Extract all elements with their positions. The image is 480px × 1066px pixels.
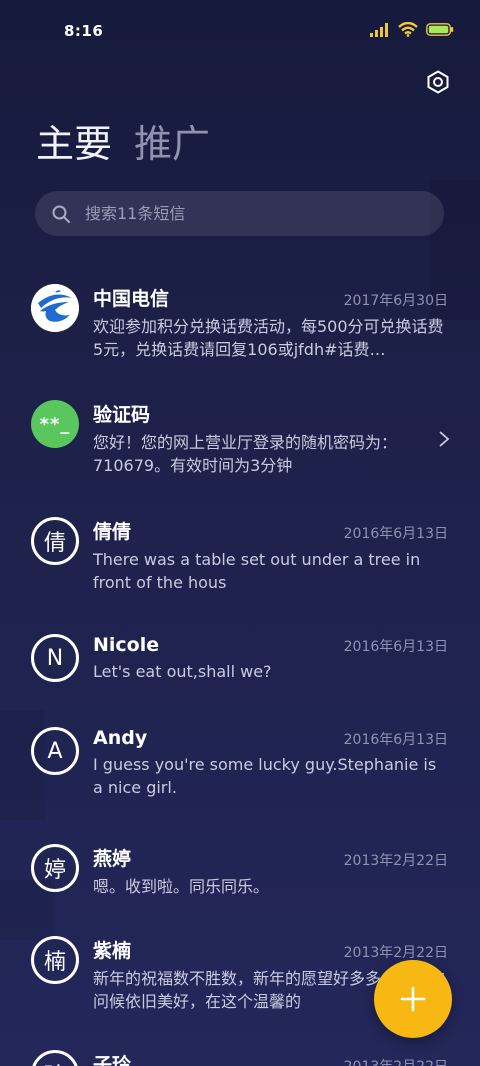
search-bar[interactable]: [35, 191, 444, 236]
sender-name: Andy: [93, 727, 148, 749]
message-preview: 嗯。收到啦。同乐同乐。: [93, 877, 270, 896]
message-date: 2013年2月22日: [343, 945, 448, 961]
sender-name: 紫楠: [93, 940, 132, 962]
settings-button[interactable]: [426, 70, 450, 94]
message-date: 2016年6月13日: [343, 526, 448, 542]
status-time: 8:16: [64, 22, 104, 40]
sender-name: 子玲: [93, 1054, 132, 1066]
message-header: 验证码: [93, 400, 448, 427]
message-date: 2016年6月13日: [343, 639, 448, 655]
search-input[interactable]: [83, 203, 407, 224]
message-header: 子玲 2013年2月22日: [93, 1050, 448, 1066]
tab-promotions[interactable]: 推广: [134, 120, 210, 168]
avatar: 楠: [31, 936, 79, 984]
message-header: 紫楠 2013年2月22日: [93, 936, 448, 963]
list-item[interactable]: **_ 验证码 您好！您的网上营业厅登录的随机密码为：710679。有效时间为3…: [0, 400, 480, 477]
avatar: [31, 284, 79, 332]
search-icon: [52, 205, 70, 223]
sender-name: 倩倩: [93, 521, 132, 543]
chevron-right-icon[interactable]: [438, 430, 450, 448]
list-item[interactable]: 婷 燕婷 2013年2月22日 嗯。收到啦。同乐同乐。: [0, 844, 480, 898]
sender-name: 验证码: [93, 404, 151, 426]
message-header: 燕婷 2013年2月22日: [93, 844, 448, 871]
new-message-button[interactable]: [374, 960, 452, 1038]
sender-name: 中国电信: [93, 288, 170, 310]
message-header: Andy 2016年6月13日: [93, 727, 448, 749]
list-item[interactable]: 玲 子玲 2013年2月22日: [0, 1050, 480, 1066]
message-header: 倩倩 2016年6月13日: [93, 517, 448, 544]
settings-icon: [427, 70, 449, 94]
list-item[interactable]: A Andy 2016年6月13日 I guess you're some lu…: [0, 727, 480, 799]
message-date: 2016年6月13日: [343, 732, 448, 748]
avatar: **_: [31, 400, 79, 448]
wifi-icon: [398, 22, 418, 37]
sender-name: Nicole: [93, 634, 160, 656]
message-preview: 欢迎参加积分兑换话费活动，每500分可兑换话费5元，兑换话费请回复106或jfd…: [93, 317, 444, 359]
message-preview: Let's eat out,shall we?: [93, 662, 272, 681]
avatar: N: [31, 634, 79, 682]
message-date: 2013年2月22日: [344, 1056, 448, 1066]
message-preview: There was a table set out under a tree i…: [93, 550, 421, 592]
status-icons: [370, 22, 454, 37]
message-preview: 您好！您的网上营业厅登录的随机密码为：710679。有效时间为3分钟: [93, 433, 398, 475]
battery-icon: [426, 23, 454, 36]
sender-name: 燕婷: [93, 848, 132, 870]
message-header: Nicole 2016年6月13日: [93, 634, 448, 656]
avatar: 倩: [31, 517, 79, 565]
message-preview: I guess you're some lucky guy.Stephanie …: [93, 755, 437, 797]
telecom-logo-icon: [31, 284, 79, 332]
list-item[interactable]: 倩 倩倩 2016年6月13日 There was a table set ou…: [0, 517, 480, 594]
messaging-screen: 8:16 主要 推广 搜索11条短信 中国电信 2017年6月30日 欢迎参加积…: [0, 0, 480, 1066]
avatar: A: [31, 727, 79, 775]
avatar: 婷: [31, 844, 79, 892]
message-header: 中国电信 2017年6月30日: [93, 284, 448, 311]
tab-primary[interactable]: 主要: [36, 120, 112, 168]
signal-icon: [370, 22, 388, 37]
tab-bar: 主要 推广: [36, 120, 210, 168]
list-item[interactable]: N Nicole 2016年6月13日 Let's eat out,shall …: [0, 634, 480, 683]
list-item[interactable]: 中国电信 2017年6月30日 欢迎参加积分兑换话费活动，每500分可兑换话费5…: [0, 284, 480, 361]
plus-icon: [400, 986, 426, 1012]
message-date: 2017年6月30日: [343, 293, 448, 309]
message-date: 2013年2月22日: [343, 853, 448, 869]
avatar: 玲: [31, 1050, 79, 1066]
status-bar: 8:16: [0, 0, 480, 62]
